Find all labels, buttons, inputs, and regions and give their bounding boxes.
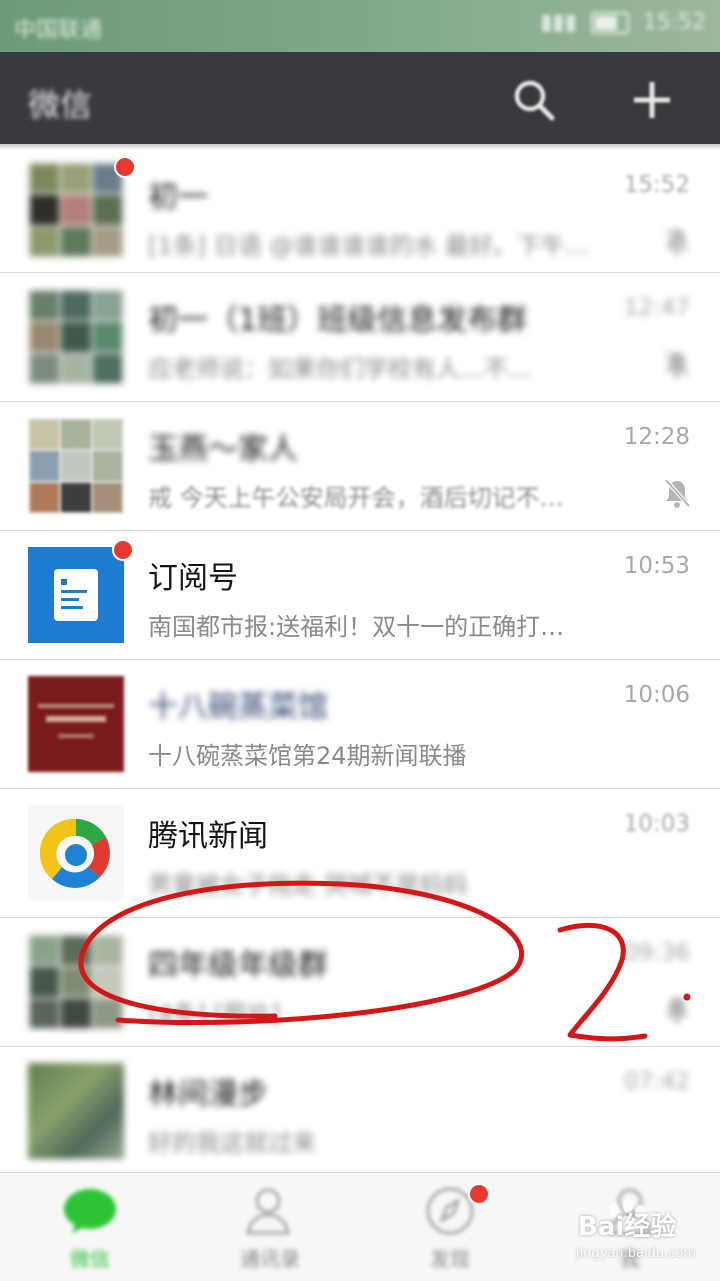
subscription-avatar — [28, 547, 124, 643]
chat-item[interactable]: 初一 [1条] 日语 @谁谁谁谁的水 最好。下午… 15:52 — [0, 150, 720, 273]
chat-name: 订阅号 — [148, 561, 238, 596]
search-button[interactable] — [510, 76, 558, 124]
signal-icon: ▮▮▮ — [540, 10, 577, 35]
page-title: 微信 — [28, 86, 93, 124]
status-bar: 中国联通 ▮▮▮ 15:52 — [0, 0, 720, 52]
chat-preview: 应老师说：如果你们学校有人…不… — [148, 355, 532, 383]
tencent-news-avatar — [28, 805, 124, 901]
mute-bell-icon — [663, 226, 691, 256]
chat-name: 初一 — [148, 180, 208, 215]
chat-item[interactable]: 订阅号 南国都市报:送福利！双十一的正确打… 10:53 — [0, 531, 720, 660]
app-header: 微信 — [0, 52, 720, 144]
chat-preview: 戒 今天上午公安局开会，酒后切记不… — [148, 484, 564, 512]
mute-bell-icon — [664, 350, 690, 379]
chat-item[interactable]: 初一（1班）班级信息发布群 应老师说：如果你们学校有人…不… 12:47 — [0, 273, 720, 402]
news-logo-icon — [39, 818, 110, 888]
chat-preview: 十八碗蒸菜馆第24期新闻联播 — [148, 742, 467, 770]
mute-bell-icon — [666, 997, 688, 1024]
status-icons: ▮▮▮ 15:52 — [540, 10, 706, 35]
tab-label: 发现 — [430, 1247, 470, 1271]
add-button[interactable] — [628, 76, 676, 124]
unread-dot — [112, 539, 134, 561]
chat-time: 12:28 — [623, 424, 690, 450]
chat-time: 10:06 — [623, 682, 690, 708]
restaurant-avatar — [28, 676, 124, 772]
contact-avatar — [28, 1063, 124, 1159]
discover-badge — [468, 1183, 490, 1205]
chat-item[interactable]: 腾讯新闻 男童被女子拖走 哭喊不是妈妈 10:03 — [0, 789, 720, 918]
chat-preview: 南国都市报:送福利！双十一的正确打… — [148, 613, 565, 641]
contacts-icon — [246, 1188, 290, 1235]
chat-time: 10:03 — [623, 811, 690, 837]
chat-preview: 男童被女子拖走 哭喊不是妈妈 — [148, 871, 468, 899]
document-icon — [54, 569, 98, 621]
group-avatar — [28, 418, 124, 514]
chat-item[interactable]: 玉燕～家人 戒 今天上午公安局开会，酒后切记不… 12:28 — [0, 402, 720, 531]
chat-list: 初一 [1条] 日语 @谁谁谁谁的水 最好。下午… 15:52 初一（1班）班级… — [0, 150, 720, 1175]
chat-time: 09:36 — [623, 940, 690, 966]
group-avatar — [28, 934, 124, 1030]
tab-discover[interactable]: 发现 — [360, 1173, 540, 1281]
battery-icon — [590, 11, 629, 34]
chat-item[interactable]: 四年级年级群 [4条] [图片] 09:36 — [0, 918, 720, 1047]
tab-chats[interactable]: 微信 — [0, 1173, 180, 1281]
search-icon — [514, 80, 555, 121]
chat-name: 十八碗蒸菜馆 — [148, 690, 328, 725]
unread-dot — [114, 156, 136, 178]
chat-preview: [1条] 日语 @谁谁谁谁的水 最好。下午… — [148, 232, 589, 260]
watermark-brand: Bai经验 — [578, 1212, 677, 1242]
tab-label: 微信 — [70, 1247, 110, 1271]
chat-name: 腾讯新闻 — [148, 819, 268, 854]
tab-label: 通讯录 — [240, 1247, 300, 1271]
chat-preview: [4条] [图片] — [148, 1000, 281, 1028]
chat-name: 林间漫步 — [148, 1077, 268, 1112]
carrier-label: 中国联通 — [14, 18, 103, 43]
watermark-url: jingyan.baidu.com — [576, 1246, 696, 1261]
clock: 15:52 — [642, 10, 706, 35]
plus-icon — [634, 82, 670, 118]
chat-time: 10:53 — [623, 553, 690, 579]
chat-item[interactable]: 林间漫步 好的我这就过来 07:42 — [0, 1047, 720, 1175]
mute-bell-icon — [664, 478, 691, 508]
chat-time: 07:42 — [623, 1069, 690, 1095]
chat-name: 初一（1班）班级信息发布群 — [148, 303, 528, 338]
chat-item[interactable]: 十八碗蒸菜馆 十八碗蒸菜馆第24期新闻联播 10:06 — [0, 660, 720, 789]
chat-bubble-icon — [64, 1189, 116, 1233]
chat-time: 15:52 — [623, 172, 690, 198]
tab-contacts[interactable]: 通讯录 — [180, 1173, 360, 1281]
group-avatar — [28, 289, 124, 385]
chat-preview: 好的我这就过来 — [148, 1129, 316, 1157]
chat-time: 12:47 — [623, 295, 690, 321]
chat-name: 玉燕～家人 — [148, 432, 298, 467]
chat-name: 四年级年级群 — [148, 948, 328, 983]
logo-calligraphy-icon — [38, 704, 114, 738]
group-avatar — [28, 162, 124, 258]
